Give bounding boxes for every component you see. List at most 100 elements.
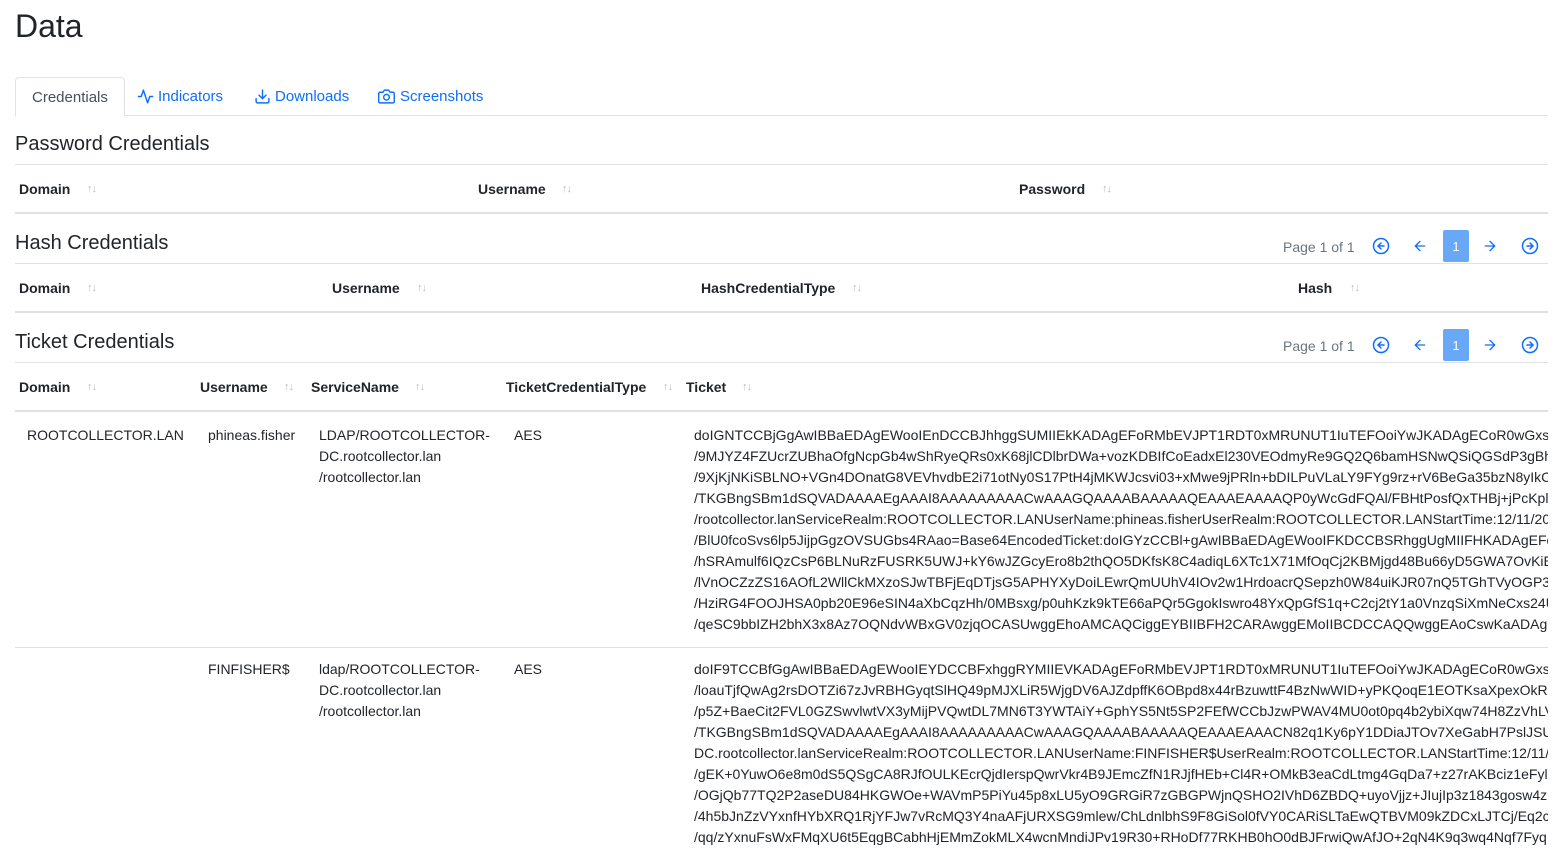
ticket-line: /lVnOCZzZS16AOfL2WllCkMXzoSJwTBFjEqDTjsG… [694, 574, 1548, 590]
page-title: Data [15, 8, 83, 44]
tab-indicators-label: Indicators [158, 88, 224, 105]
service-name-line: LDAP/ROOTCOLLECTOR- [319, 427, 490, 443]
ticket-line: /OGjQb77TQ2P2aseDU84HKGWOe+WAVmP5PiYu45p… [694, 787, 1548, 803]
tab-indicators[interactable]: Indicators [137, 77, 223, 116]
column-header-password[interactable]: Password [1019, 181, 1085, 197]
last-page-icon [1521, 336, 1539, 354]
ticket-line: /9MJYZ4FZUcrZUBhaOfgNcpGb4wShRyeQRs0xK68… [694, 448, 1548, 464]
password-credentials-title: Password Credentials [15, 133, 210, 155]
sort-icon[interactable]: ↑↓ [852, 282, 862, 294]
ticket-line: /rootcollector.lanServiceRealm:ROOTCOLLE… [694, 511, 1548, 527]
ticket-table-header: Domain ↑↓ Username ↑↓ ServiceName ↑↓ Tic… [15, 362, 1548, 412]
ticket-line: /BlU0fcoSvs6lp5JijpGgzOVSUGbs4RAao=Base6… [694, 532, 1548, 548]
sort-icon[interactable]: ↑↓ [284, 381, 294, 393]
current-page-button[interactable]: 1 [1443, 329, 1469, 361]
arrow-left-icon [1414, 240, 1426, 252]
last-page-icon [1521, 237, 1539, 255]
ticket-line: /p5Z+BaeCit2FVL0GZSwvlwtVX3yMijPVQwtDL7M… [694, 703, 1548, 719]
next-page-button[interactable] [1477, 230, 1503, 262]
ticket-credentials-title: Ticket Credentials [15, 331, 175, 353]
tab-bar: Credentials Indicators Downloads Screens… [15, 77, 1548, 117]
ticket-line: /TKGBngSBm1dSQVADAAAAEgAAAI8AAAAAAAAACwA… [694, 490, 1548, 506]
sort-icon[interactable]: ↑↓ [87, 183, 97, 195]
column-header-username[interactable]: Username [200, 379, 268, 395]
column-header-ticket[interactable]: Ticket [686, 379, 726, 395]
column-header-domain[interactable]: Domain [19, 181, 70, 197]
tab-credentials-label: Credentials [32, 88, 108, 106]
sort-icon[interactable]: ↑↓ [562, 183, 572, 195]
service-name-line: DC.rootcollector.lan [319, 448, 442, 464]
ticket-line: DC.rootcollector.lanServiceRealm:ROOTCOL… [694, 745, 1548, 761]
tab-downloads-label: Downloads [275, 88, 350, 105]
cell-ticket: doIGNTCCBjGgAwIBBaEDAgEWooIEnDCCBJhhggSU… [694, 425, 1548, 635]
prev-page-button[interactable] [1407, 329, 1433, 361]
tab-downloads[interactable]: Downloads [254, 77, 349, 116]
sort-icon[interactable]: ↑↓ [1350, 282, 1360, 294]
prev-page-button[interactable] [1407, 230, 1433, 262]
ticket-line: doIGNTCCBjGgAwIBBaEDAgEWooIEnDCCBJhhggSU… [694, 427, 1548, 443]
tab-screenshots[interactable]: Screenshots [377, 77, 483, 116]
next-page-button[interactable] [1477, 329, 1503, 361]
column-header-hash-credential-type[interactable]: HashCredentialType [701, 280, 835, 296]
ticket-line: /hSRAmulf6IQzCsP6BLNuRzFUSRK5UWJ+kY6wJZG… [694, 553, 1548, 569]
ticket-line: /9XjKjNKiSBLNO+VGn4DOnatG8VEVhvdbE2i71ot… [694, 469, 1548, 485]
column-header-username[interactable]: Username [478, 181, 546, 197]
cell-ticket-type: AES [514, 427, 543, 443]
first-page-button[interactable] [1368, 230, 1394, 262]
current-page-button[interactable]: 1 [1443, 230, 1469, 262]
column-header-ticket-credential-type[interactable]: TicketCredentialType [506, 379, 646, 395]
camera-icon [378, 89, 395, 104]
column-header-username[interactable]: Username [332, 280, 400, 296]
table-row: ROOTCOLLECTOR.LAN phineas.fisher LDAP/RO… [15, 412, 1548, 648]
column-header-domain[interactable]: Domain [19, 379, 70, 395]
service-name-line: DC.rootcollector.lan [319, 682, 442, 698]
ticket-line: /qeSC9bbIZH2bhX3x8Az7OQNdvWBxGV0zjqOCASU… [694, 616, 1548, 632]
service-name-line: /rootcollector.lan [319, 469, 421, 485]
sort-icon[interactable]: ↑↓ [87, 381, 97, 393]
page-indicator: Page 1 of 1 [1283, 338, 1355, 354]
last-page-button[interactable] [1517, 230, 1543, 262]
cell-ticket-type: AES [514, 661, 543, 677]
hash-credentials-title: Hash Credentials [15, 232, 169, 254]
sort-icon[interactable]: ↑↓ [417, 282, 427, 294]
first-page-button[interactable] [1368, 329, 1394, 361]
password-table-header: Domain ↑↓ Username ↑↓ Password ↑↓ [15, 164, 1548, 214]
ticket-line: /gEK+0YuwO6e8m0dS5QSgCA8RJfOULKEcrQjdIer… [694, 766, 1548, 782]
first-page-icon [1372, 336, 1390, 354]
ticket-line: /HziRG4FOOJHSA0pb20E96eSIN4aXbCqzHh/0MBs… [694, 595, 1548, 611]
service-name-line: ldap/ROOTCOLLECTOR- [319, 661, 480, 677]
ticket-line: /loauTjfQwAg2rsDOTZi67zJvRBHGyqtSlHQ49pM… [694, 682, 1548, 698]
ticket-line: doIF9TCCBfGgAwIBBaEDAgEWooIEYDCCBFxhggRY… [694, 661, 1548, 677]
arrow-left-icon [1414, 339, 1426, 351]
first-page-icon [1372, 237, 1390, 255]
column-header-hash[interactable]: Hash [1298, 280, 1332, 296]
cell-ticket: doIF9TCCBfGgAwIBBaEDAgEWooIEYDCCBFxhggRY… [694, 659, 1548, 848]
arrow-right-icon [1484, 339, 1496, 351]
ticket-line: /4h5bJnZzVYxnfHYbXRQ1RjYFJw7vRcMQ3Y4naAF… [694, 808, 1548, 824]
sort-icon[interactable]: ↑↓ [415, 381, 425, 393]
arrow-right-icon [1484, 240, 1496, 252]
page-indicator: Page 1 of 1 [1283, 239, 1355, 255]
hash-pagination: Page 1 of 1 1 [1283, 230, 1548, 262]
cell-username: phineas.fisher [208, 427, 296, 443]
download-icon [255, 89, 270, 104]
tab-screenshots-label: Screenshots [400, 88, 484, 105]
cell-service-name: ldap/ROOTCOLLECTOR- DC.rootcollector.lan… [319, 659, 480, 722]
ticket-line: /qq/zYxnuFsWxFMqXU6t5EqgBCabhHjEMmZokMLX… [694, 829, 1547, 845]
column-header-service-name[interactable]: ServiceName [311, 379, 399, 395]
tab-credentials[interactable]: Credentials [15, 77, 125, 117]
sort-icon[interactable]: ↑↓ [742, 381, 752, 393]
service-name-line: /rootcollector.lan [319, 703, 421, 719]
sort-icon[interactable]: ↑↓ [87, 282, 97, 294]
cell-username: FINFISHER$ [208, 661, 290, 677]
cell-domain: ROOTCOLLECTOR.LAN [27, 427, 184, 443]
ticket-pagination: Page 1 of 1 1 [1283, 329, 1548, 361]
table-row: FINFISHER$ ldap/ROOTCOLLECTOR- DC.rootco… [15, 648, 1548, 849]
cell-service-name: LDAP/ROOTCOLLECTOR- DC.rootcollector.lan… [319, 425, 490, 488]
sort-icon[interactable]: ↑↓ [1102, 183, 1112, 195]
sort-icon[interactable]: ↑↓ [663, 381, 673, 393]
column-header-domain[interactable]: Domain [19, 280, 70, 296]
last-page-button[interactable] [1517, 329, 1543, 361]
ticket-line: /TKGBngSBm1dSQVADAAAAEgAAAI8AAAAAAAAACwA… [694, 724, 1548, 740]
hash-table-header: Domain ↑↓ Username ↑↓ HashCredentialType… [15, 263, 1548, 313]
